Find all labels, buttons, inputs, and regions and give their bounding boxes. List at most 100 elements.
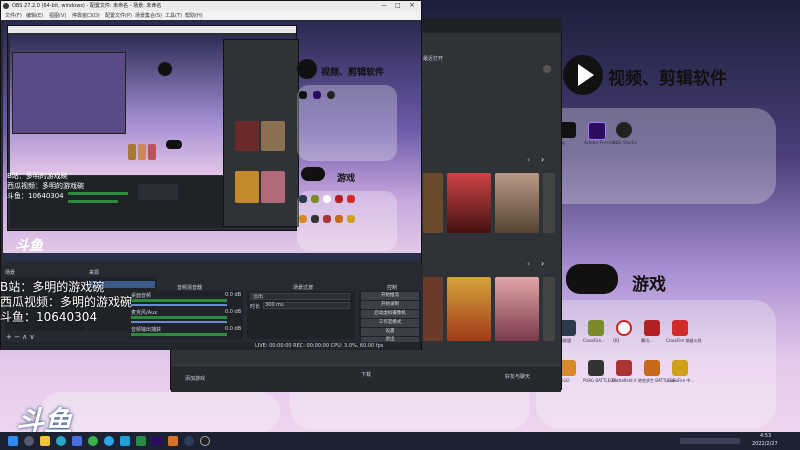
preview-games-title: 游戏 [337,174,356,184]
premiere-icon[interactable] [588,122,606,140]
studio-mode-button[interactable]: 工作室模式 [361,319,419,327]
file-explorer-icon[interactable] [40,436,50,446]
settings-button[interactable]: 设置 [361,328,419,336]
nested-play-icon [158,62,172,76]
preview-play-icon [297,59,317,79]
media-icon[interactable] [136,436,146,446]
steam-icon[interactable] [184,436,194,446]
sources-tab[interactable]: 来源 [89,269,99,276]
store-icon[interactable] [72,436,82,446]
gamepad-icon [566,264,618,294]
start-streaming-button[interactable]: 开始推流 [361,292,419,300]
app-orange-icon[interactable] [168,436,178,446]
add-scene-button[interactable]: + − ∧ ∨ [6,333,35,341]
controls-panel: 开始推流 开始录制 启动虚拟摄像机 工作室模式 设置 退出 [359,291,421,342]
transition-duration-value: 300 ms [265,302,284,308]
pubg-cn-icon[interactable] [644,360,660,376]
mixer-fader-1[interactable] [131,321,227,323]
carousel-prev-icon[interactable]: ‹ [527,155,530,164]
tencent-game-icon[interactable] [644,320,660,336]
menu-edit[interactable]: 编辑(E) [26,12,43,19]
obs-taskbar-icon[interactable] [200,436,210,446]
inner-overlay-line-0: B站：多明的游戏碗 [7,172,68,180]
obs-icon[interactable] [616,122,632,138]
inner-douyu-logo: 斗鱼 [15,238,43,254]
game-cover-edge[interactable] [543,173,555,233]
lol-icon[interactable] [560,320,576,336]
csgo-icon[interactable] [560,360,576,376]
edge-icon[interactable] [56,436,66,446]
premiere-taskbar-icon[interactable] [152,436,162,446]
game-cover-1[interactable] [423,173,443,233]
taskbar-date[interactable]: 2022/2/27 [752,441,778,447]
menu-tools[interactable]: 工具(T) [165,12,182,19]
game-cover-pubg[interactable] [495,173,539,233]
launcher-scroll-button[interactable] [543,65,551,73]
mixer-track-name-2: 音频输出捕获 [131,327,162,333]
menu-view[interactable]: 视图(V) [49,12,66,19]
carousel-prev-icon-2[interactable]: ‹ [527,259,530,268]
obs-preview[interactable]: 视频、剪辑软件 游戏 B站：多明的游戏碗 西瓜视频：多明的游戏碗 斗鱼：1064… [3,21,421,261]
pubg-icon[interactable] [588,360,604,376]
transitions-title: 场景过渡 [293,285,314,291]
game-label-2: QQ [613,338,620,343]
bilibili-icon[interactable] [120,436,130,446]
downloads-button[interactable]: 下载 [361,371,371,378]
qq-taskbar-icon[interactable] [104,436,114,446]
status-text: LIVE: 00:00:00 REC: 00:00:00 CPU: 3.0%, … [255,343,384,349]
launcher-bottom-bar [171,365,561,392]
game-cover-scavengers[interactable] [447,277,491,341]
crossfire-zh-icon[interactable] [672,360,688,376]
taskbar-time[interactable]: 4:53 [760,433,771,439]
nested-gamepad-icon [166,140,182,149]
virtual-camera-button[interactable]: 启动虚拟摄像机 [361,310,419,318]
game-cover-anime[interactable] [495,277,539,341]
carousel-next-icon[interactable]: › [541,155,544,164]
desktop-tile-bottom-far [40,392,280,432]
menu-profile[interactable]: 配置文件(P) [105,12,132,19]
game-label-4: CrossFire 穿越火线 [666,338,702,343]
game-cover-2[interactable] [423,277,443,341]
minimize-button[interactable]: — [381,2,387,9]
battlefield-icon[interactable] [616,360,632,376]
app-label-2: OBS Studio [612,141,638,146]
wechat-icon[interactable] [88,436,98,446]
mixer-meter-1 [131,316,227,319]
overlay-line-douyu: 斗鱼：10640304 [0,310,98,324]
crossfire-5-icon[interactable] [672,320,688,336]
game-label-7: Battlefield V [612,378,637,383]
search-icon[interactable] [24,436,34,446]
menu-file[interactable]: 文件(F) [5,12,22,19]
preview-app-icon-3 [327,91,335,99]
obs-title-icon [3,3,9,9]
mixer-track-db-0: 0.0 dB [225,292,242,298]
preview-taskbar [3,253,421,261]
game-label-1: CrossFire... [583,338,605,343]
mixer-track-db-1: 0.0 dB [225,309,242,315]
jianying-icon[interactable] [560,122,576,138]
preview-app-icon-2 [313,91,321,99]
menu-help[interactable]: 帮助(H) [185,12,203,19]
crossfire-icon[interactable] [588,320,604,336]
qq-icon[interactable] [616,320,632,336]
transition-select[interactable] [250,293,350,300]
menu-scene-collection[interactable]: 场景集合(S) [135,12,162,19]
start-icon[interactable] [8,436,18,446]
game-cover-battlefield[interactable] [447,173,491,233]
start-recording-button[interactable]: 开始录制 [361,301,419,309]
add-game-button[interactable]: 添加游戏 [185,375,205,382]
tray-icons[interactable] [680,438,740,444]
friends-chat-button[interactable]: 好友与聊天 [505,373,530,380]
scenes-tab[interactable]: 场景 [5,269,15,276]
carousel-next-icon-2[interactable]: › [541,259,544,268]
game-cover-edge-2[interactable] [543,277,555,341]
menu-docks[interactable]: 停靠窗口(D) [72,12,100,19]
controls-title: 控制 [387,285,398,291]
mixer-fader-0[interactable] [131,304,227,306]
maximize-button[interactable]: □ [395,2,401,9]
close-button[interactable]: × [409,1,415,9]
transition-duration-label: 时长 [250,304,261,310]
preview-gamepad-icon [301,167,325,181]
mixer-track-name-1: 麦克风/Aux [131,310,158,316]
mixer-track-name-0: 桌面音频 [131,293,152,299]
